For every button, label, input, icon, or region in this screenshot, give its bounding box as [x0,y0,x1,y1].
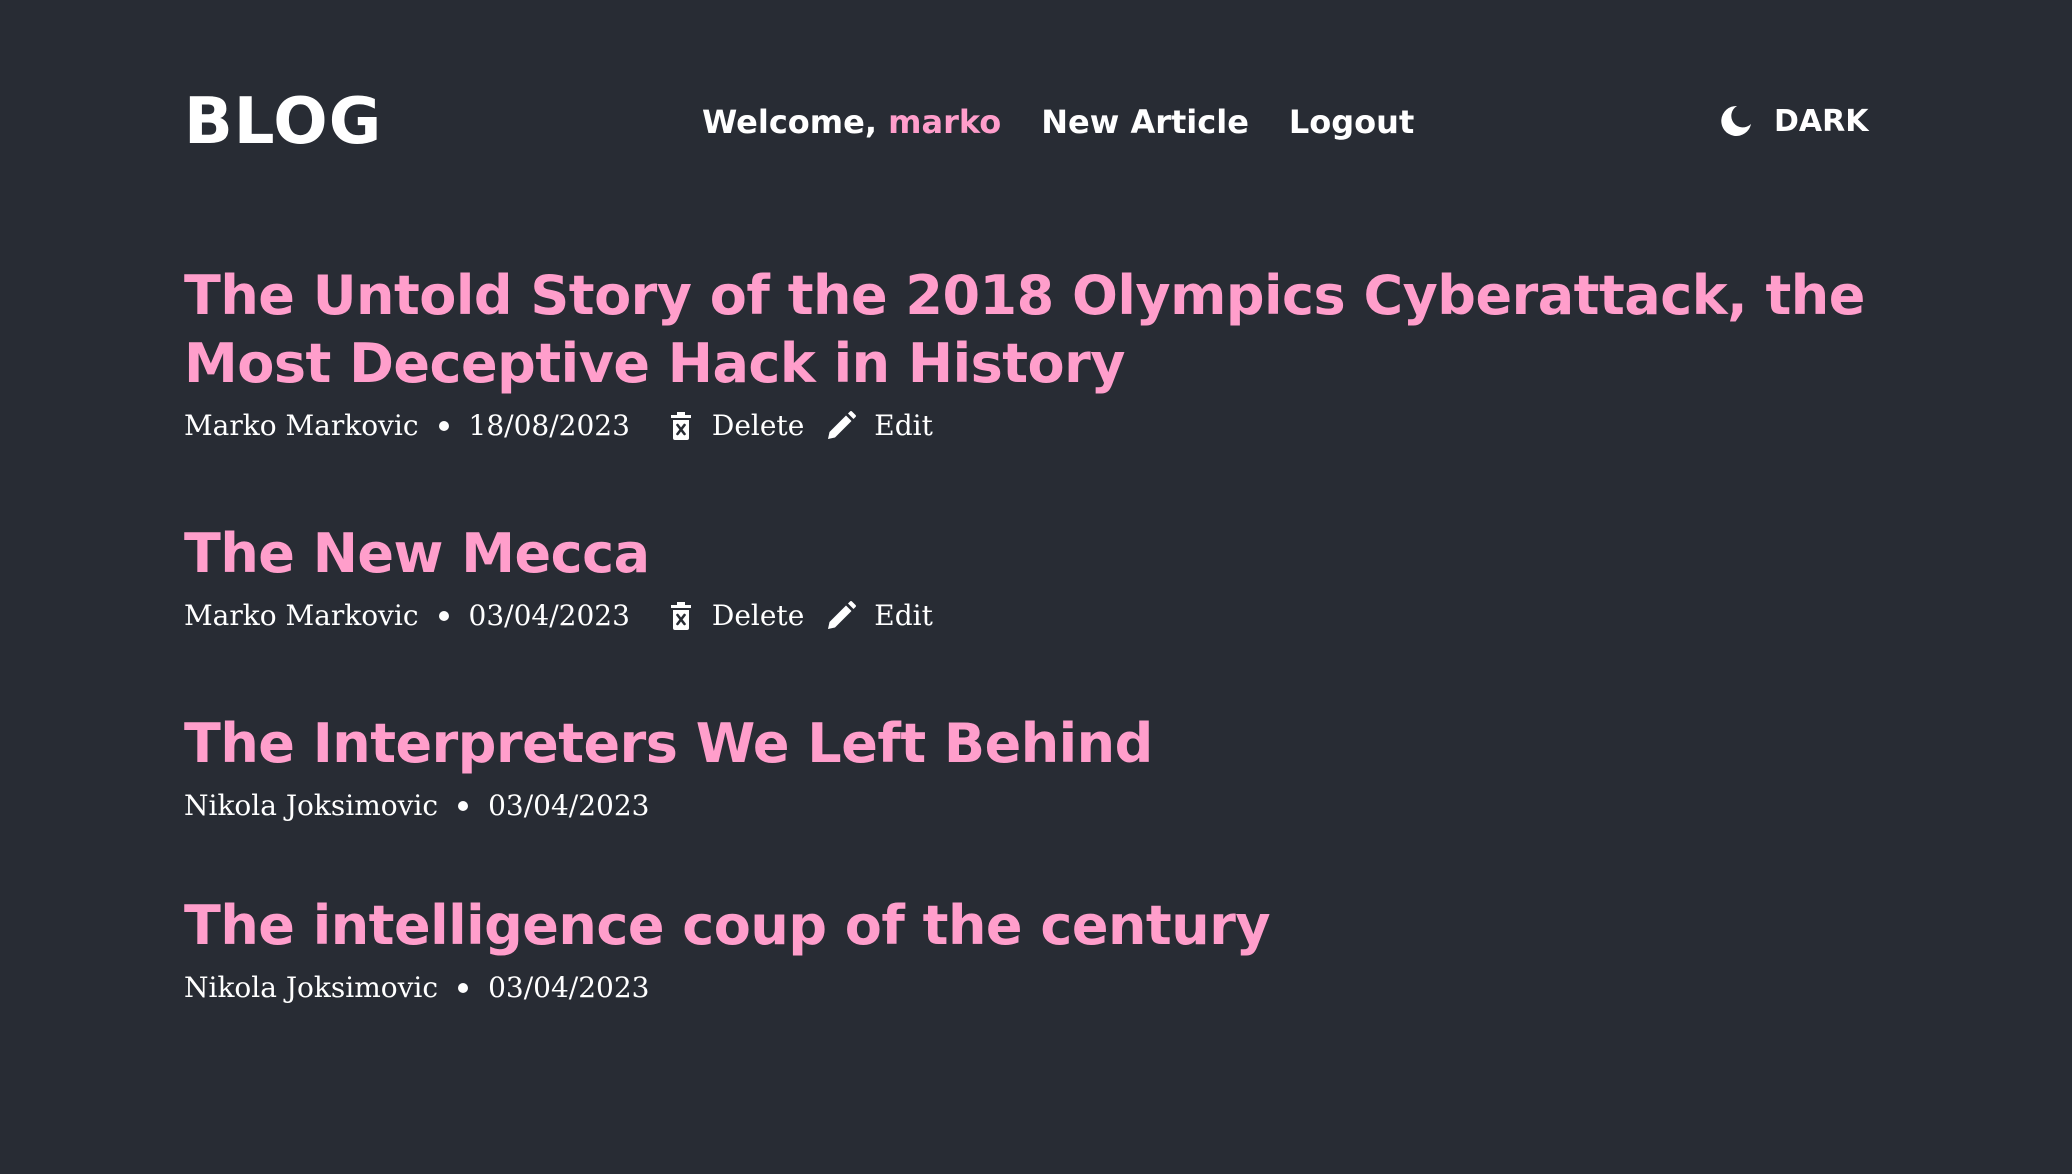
article-item: The intelligence coup of the century Nik… [184,892,1271,1008]
article-author: Marko Markovic [184,599,419,632]
article-meta: Nikola Joksimovic 03/04/2023 [184,968,1270,1008]
separator-dot [438,611,449,621]
article-author: Marko Markovic [184,409,419,442]
article-title[interactable]: The Untold Story of the 2018 Olympics Cy… [184,262,1904,398]
article-item: The Interpreters We Left Behind Nikola J… [184,710,1153,826]
welcome-message: Welcome, marko [702,100,1001,144]
article-meta: Marko Markovic 18/08/2023 Delete Edit [184,406,1904,446]
delete-button[interactable]: Delete [670,406,804,446]
theme-toggle-label: DARK [1774,103,1869,139]
pencil-icon [828,601,857,629]
article-date: 03/04/2023 [488,971,650,1004]
article-item: The New Mecca Marko Markovic 03/04/2023 … [184,520,933,636]
edit-button[interactable]: Edit [826,406,933,446]
username[interactable]: marko [888,103,1001,141]
pencil-icon [828,411,857,439]
welcome-prefix: Welcome, [702,103,889,141]
article-title[interactable]: The New Mecca [184,520,933,588]
site-header: BLOG Welcome, marko New Article Logout D… [0,0,2072,245]
delete-label: Delete [711,599,805,632]
article-date: 03/04/2023 [488,789,650,822]
site-logo[interactable]: BLOG [184,82,382,162]
edit-label: Edit [874,599,933,632]
logout-link[interactable]: Logout [1289,100,1414,144]
article-item: The Untold Story of the 2018 Olympics Cy… [184,262,1904,446]
moon-icon [1721,105,1751,136]
main-nav: Welcome, marko New Article Logout [702,100,1454,144]
trash-icon [670,412,691,440]
separator-dot [438,421,449,431]
edit-label: Edit [874,409,933,442]
separator-dot [458,983,469,993]
separator-dot [458,801,469,811]
article-meta: Nikola Joksimovic 03/04/2023 [184,786,1153,826]
article-title[interactable]: The intelligence coup of the century [184,892,1271,960]
article-title[interactable]: The Interpreters We Left Behind [184,710,1153,778]
article-author: Nikola Joksimovic [184,971,439,1004]
new-article-link[interactable]: New Article [1041,100,1249,144]
article-date: 18/08/2023 [468,409,630,442]
article-date: 03/04/2023 [468,599,630,632]
article-author: Nikola Joksimovic [184,789,439,822]
delete-label: Delete [711,409,805,442]
article-meta: Marko Markovic 03/04/2023 Delete Edit [184,596,933,636]
delete-button[interactable]: Delete [670,596,804,636]
edit-button[interactable]: Edit [826,596,933,636]
theme-toggle-button[interactable]: DARK [1718,98,1868,144]
trash-icon [670,602,691,630]
